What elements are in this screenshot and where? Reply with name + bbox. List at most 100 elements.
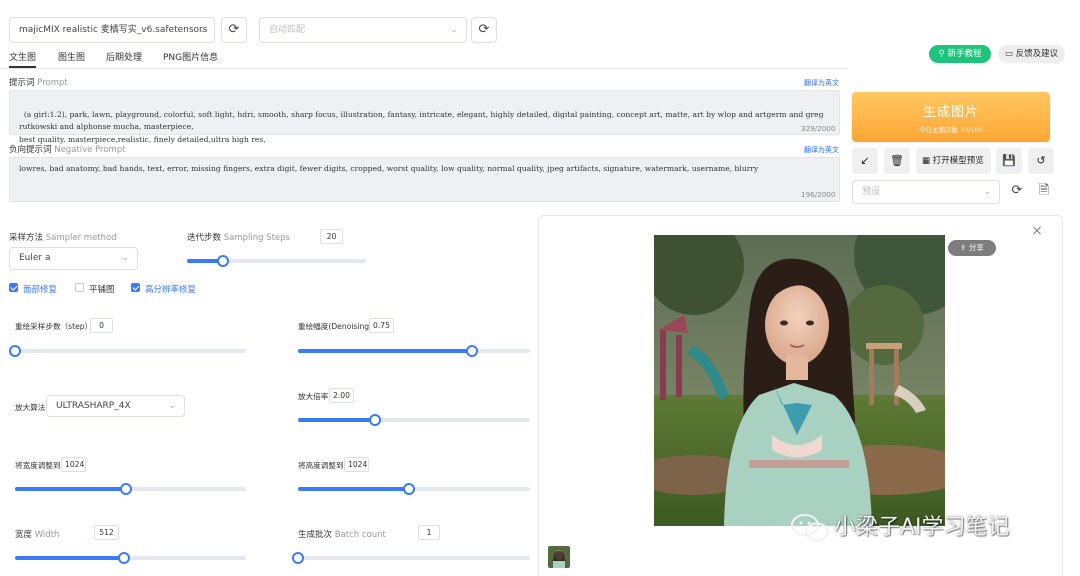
- output-thumbnail[interactable]: [548, 546, 570, 568]
- resize-width-fill: [15, 487, 126, 491]
- negative-prompt-counter: 196/2000: [801, 190, 836, 199]
- refresh-vae-button[interactable]: ⟳: [471, 17, 497, 43]
- share-button[interactable]: ⇪ 分享: [948, 240, 996, 256]
- resample-steps-input[interactable]: 0: [90, 318, 113, 333]
- feedback-button[interactable]: ▭ 反馈及建议: [998, 45, 1065, 63]
- width-label-en: Width: [34, 530, 60, 540]
- sampler-select[interactable]: Euler a ⌄: [9, 247, 138, 270]
- refresh-model-button[interactable]: ⟳: [221, 17, 247, 43]
- steps-slider-thumb[interactable]: [216, 255, 229, 267]
- model-select[interactable]: majicMIX realistic 麦橘写实_v6.safetensors ⌄: [9, 17, 215, 43]
- negative-prompt-label: 负向提示词 Negative Prompt: [9, 143, 126, 155]
- prompt-counter: 329/2000: [801, 124, 836, 133]
- vae-select-placeholder: 自动匹配: [269, 25, 306, 35]
- resize-width-slider[interactable]: [15, 483, 246, 495]
- width-slider[interactable]: [15, 552, 246, 564]
- watermark-text: 小梁子AI学习笔记: [834, 515, 1010, 540]
- open-model-preview-button[interactable]: ▦ 打开模型预览: [916, 148, 991, 174]
- save-style-button[interactable]: 💾: [996, 148, 1022, 174]
- refresh-preset-button[interactable]: ⟳: [1005, 180, 1029, 204]
- share-label: 分享: [968, 243, 984, 252]
- wechat-icon: [790, 513, 830, 543]
- grid-icon: ▦: [922, 156, 933, 166]
- tab-img2img[interactable]: 图生图: [58, 51, 85, 65]
- vae-select[interactable]: 自动匹配 ⌄: [259, 17, 467, 43]
- chevron-down-icon: ⌄: [450, 25, 458, 35]
- sampler-value: Euler a: [19, 253, 51, 263]
- reset-button[interactable]: ↺: [1028, 148, 1054, 174]
- translate-prompt-link[interactable]: 翻译为英文: [804, 78, 839, 88]
- clear-button[interactable]: 🗑: [884, 148, 910, 174]
- width-label-cn: 宽度: [15, 530, 33, 540]
- prompt-textarea[interactable]: (a girl:1.2), park, lawn, playground, co…: [9, 90, 840, 144]
- refresh-icon: ⟳: [478, 22, 490, 37]
- preset-placeholder: 预设: [862, 187, 881, 197]
- batch-label-en: Batch count: [334, 530, 386, 540]
- generated-image-art: [654, 235, 945, 526]
- resize-height-fill: [298, 487, 410, 491]
- export-preset-button[interactable]: 🗎: [1032, 180, 1056, 204]
- chevron-down-icon: ⌄: [983, 187, 991, 197]
- hires-fix-label: 高分辨率修复: [145, 285, 197, 295]
- batch-slider[interactable]: [292, 552, 530, 564]
- upscale-by-thumb[interactable]: [368, 414, 381, 426]
- width-fill: [15, 556, 124, 560]
- model-select-value: majicMIX realistic 麦橘写实_v6.safetensors: [19, 25, 208, 35]
- chevron-down-icon: ⌄: [168, 401, 176, 411]
- denoising-input[interactable]: 0.75: [369, 318, 394, 333]
- tab-png-info[interactable]: PNG图片信息: [163, 51, 218, 65]
- tiling-checkbox[interactable]: [75, 283, 84, 292]
- share-icon: ⇪: [960, 243, 969, 252]
- tab-divider: [0, 68, 848, 69]
- steps-label-cn: 迭代步数: [187, 233, 222, 243]
- generated-image[interactable]: [654, 235, 945, 526]
- open-preview-label: 打开模型预览: [932, 156, 984, 166]
- steps-label: 迭代步数 Sampling Steps: [187, 231, 290, 243]
- upscaler-value: ULTRASHARP_4X: [56, 401, 131, 411]
- negative-prompt-textarea[interactable]: lowres, bad anatomy, bad hands, text, er…: [9, 157, 840, 202]
- steps-slider[interactable]: [187, 255, 366, 267]
- upscale-by-fill: [298, 418, 375, 422]
- sampler-label-en: Sampler method: [45, 233, 117, 243]
- watermark: 小梁子AI学习笔记: [790, 510, 1010, 546]
- undo-icon: ↺: [1036, 154, 1046, 167]
- denoising-fill: [298, 349, 472, 353]
- apply-style-button[interactable]: ↙: [852, 148, 878, 174]
- save-icon: 💾: [1002, 154, 1016, 167]
- refresh-icon: ⟳: [1011, 183, 1023, 198]
- prompt-label-cn: 提示词: [9, 78, 35, 88]
- close-icon[interactable]: ×: [1030, 224, 1044, 238]
- face-restore-label: 面部修复: [23, 285, 58, 295]
- width-thumb[interactable]: [117, 552, 130, 564]
- resample-steps-slider[interactable]: [9, 345, 246, 357]
- thumbnail-art: [548, 546, 570, 568]
- upscale-by-slider[interactable]: [298, 414, 530, 426]
- tiling-label: 平铺图: [89, 285, 115, 295]
- tab-extras[interactable]: 后期处理: [106, 51, 142, 65]
- face-restore-checkbox[interactable]: [9, 283, 18, 292]
- resize-width-input[interactable]: 1024: [61, 457, 86, 472]
- batch-label-cn: 生成批次: [298, 530, 333, 540]
- preset-select[interactable]: 预设 ⌄: [852, 180, 1000, 204]
- tutorial-button[interactable]: ⚲ 新手教程: [929, 45, 991, 63]
- hires-fix-checkbox[interactable]: [131, 283, 140, 292]
- tab-txt2img[interactable]: 文生图: [9, 51, 37, 68]
- width-input[interactable]: 512: [94, 525, 119, 540]
- daily-quota: 今日生图次数 33/100: [919, 126, 983, 134]
- steps-input[interactable]: 20: [320, 229, 343, 244]
- denoising-thumb[interactable]: [466, 345, 478, 357]
- translate-negative-link[interactable]: 翻译为英文: [804, 145, 839, 155]
- negative-prompt-label-en: Negative Prompt: [54, 145, 126, 155]
- resize-height-thumb[interactable]: [403, 483, 416, 495]
- resample-steps-thumb[interactable]: [9, 345, 21, 357]
- message-icon: ▭: [1004, 49, 1016, 59]
- resize-height-slider[interactable]: [298, 483, 530, 495]
- upscale-by-input[interactable]: 2.00: [329, 388, 354, 403]
- generate-button[interactable]: 生成图片 今日生图次数 33/100: [852, 92, 1050, 142]
- resize-height-input[interactable]: 1024: [344, 457, 369, 472]
- batch-thumb[interactable]: [292, 552, 304, 564]
- resize-width-thumb[interactable]: [119, 483, 132, 495]
- batch-input[interactable]: 1: [418, 525, 440, 540]
- upscaler-select[interactable]: ULTRASHARP_4X ⌄: [46, 395, 185, 417]
- denoising-slider[interactable]: [298, 345, 530, 357]
